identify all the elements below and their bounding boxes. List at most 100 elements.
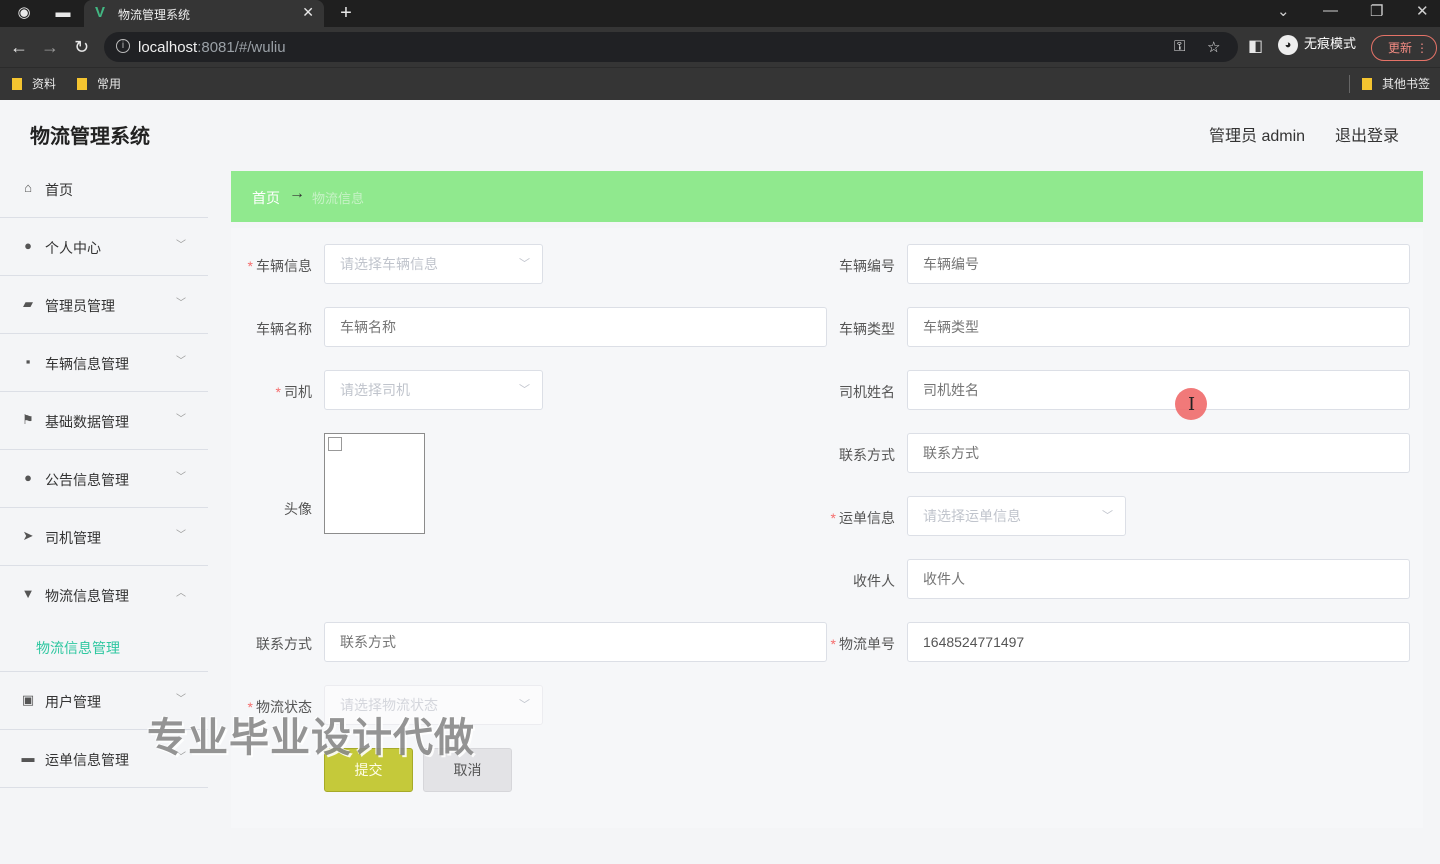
sidebar-item-label: 首页 (45, 182, 73, 198)
sidebar-item-notices[interactable]: ● 公告信息管理 ﹀ (0, 450, 208, 508)
driver-label: * 司机 (275, 384, 312, 400)
new-tab-icon[interactable]: + (337, 3, 355, 23)
folder-icon (12, 78, 22, 90)
avatar-label: 头像 (284, 501, 312, 517)
tracking-no-input[interactable] (907, 622, 1410, 662)
breadcrumb-current: 物流信息 (312, 191, 365, 206)
chevron-down-icon: ﹀ (519, 384, 530, 396)
close-window-icon[interactable]: ✕ (1416, 2, 1429, 20)
vehicle-info-label: * 车辆信息 (247, 258, 312, 274)
bookmark-folder-1[interactable]: 资料 (12, 75, 56, 92)
side-panel-icon[interactable]: ◧ (1248, 37, 1263, 57)
avatar-upload[interactable] (324, 433, 425, 534)
vehicle-no-label: 车辆编号 (839, 258, 895, 274)
site-info-icon[interactable]: i (116, 39, 130, 53)
sidebar-item-logistics[interactable]: ▼ 物流信息管理 ︿ (0, 566, 208, 620)
sidebar-item-label: 司机管理 (45, 530, 101, 546)
vehicle-info-select[interactable]: 请选择车辆信息 ﹀ (324, 244, 543, 284)
bookmark-star-icon[interactable]: ☆ (1207, 38, 1220, 56)
chevron-down-icon: ﹀ (1102, 510, 1113, 522)
chevron-down-icon: ﹀ (519, 699, 530, 711)
url-field[interactable]: i localhost:8081/#/wuliu ⚿ ☆ (104, 32, 1238, 62)
restore-icon[interactable]: ❐ (1370, 2, 1383, 20)
minimize-icon[interactable]: — (1323, 2, 1338, 19)
user-icon: ● (24, 238, 32, 253)
image-placeholder-icon (328, 437, 342, 451)
text-cursor-icon: I (1188, 394, 1196, 415)
bookmarks-bar: 资料 常用 其他书签 (0, 67, 1440, 100)
address-bar-row: ← → ↻ i localhost:8081/#/wuliu ⚿ ☆ ◧ ◕ 无痕… (0, 27, 1440, 67)
vue-favicon-icon: V (95, 4, 106, 21)
chevron-down-icon: ﹀ (176, 530, 186, 541)
tab-close-icon[interactable]: ✕ (302, 4, 314, 21)
logout-link[interactable]: 退出登录 (1335, 122, 1399, 146)
app-header: 物流管理系统 管理员 admin 退出登录 (0, 100, 1440, 160)
sidebar-item-admins[interactable]: ▰ 管理员管理 ﹀ (0, 276, 208, 334)
receiver-input[interactable] (907, 559, 1410, 599)
breadcrumb: 首页 → 物流信息 (231, 171, 1423, 222)
chart-icon: ▣ (21, 692, 35, 707)
chevron-down-icon: ﹀ (176, 240, 186, 251)
bookmark-separator (1349, 75, 1350, 93)
chevron-down-icon: ﹀ (176, 694, 186, 705)
waybill-select[interactable]: 请选择运单信息 ﹀ (907, 496, 1126, 536)
reload-icon[interactable]: ↻ (74, 37, 89, 57)
contact-label: 联系方式 (256, 636, 312, 652)
sidebar-item-label: 物流信息管理 (45, 588, 129, 604)
vehicle-type-label: 车辆类型 (839, 321, 895, 337)
sidebar-item-label: 管理员管理 (45, 298, 115, 314)
browser-tab-strip: ◉ ▬ V 物流管理系统 ✕ + ⌄ — ❐ ✕ (0, 0, 1440, 27)
sidebar-subitem-logistics[interactable]: 物流信息管理 (0, 620, 208, 672)
bookmark-folder-2[interactable]: 常用 (77, 75, 121, 92)
briefcase-icon: ▰ (23, 296, 33, 311)
breadcrumb-home[interactable]: 首页 (252, 188, 280, 208)
update-button[interactable]: 更新 ⋮ (1371, 35, 1437, 61)
key-icon[interactable]: ⚿ (1174, 38, 1185, 55)
chevron-down-icon: ﹀ (176, 472, 186, 483)
contact-input[interactable] (324, 622, 827, 662)
incognito-icon: ◕ (1278, 34, 1298, 55)
send-icon: ➤ (22, 528, 34, 543)
sidebar-item-label: 基础数据管理 (45, 414, 129, 430)
waybill-label: * 运单信息 (830, 510, 895, 526)
vehicle-name-label: 车辆名称 (256, 321, 312, 337)
sidebar-item-home[interactable]: ⌂ 首页 (0, 160, 208, 218)
back-icon[interactable]: ← (10, 37, 28, 57)
receiver-label: 收件人 (853, 573, 895, 589)
sidebar-item-vehicles[interactable]: ▪ 车辆信息管理 ﹀ (0, 334, 208, 392)
incognito-indicator[interactable]: ◕ 无痕模式 (1278, 33, 1356, 55)
chevron-down-icon: ﹀ (176, 298, 186, 309)
chevron-down-icon: ﹀ (176, 414, 186, 425)
browser-menu-icon[interactable]: ◉ (15, 4, 33, 22)
forward-icon[interactable]: → (41, 37, 59, 57)
tab-overview-icon[interactable]: ▬ (54, 4, 72, 22)
chat-icon: ▪ (25, 354, 31, 369)
folder-icon (77, 78, 87, 90)
browser-tab[interactable]: V 物流管理系统 ✕ (84, 0, 324, 27)
sidebar-item-basic-data[interactable]: ⚑ 基础数据管理 ﹀ (0, 392, 208, 450)
chevron-up-icon: ︿ (176, 588, 186, 599)
chevron-down-icon: ﹀ (176, 356, 186, 367)
home-icon: ⌂ (24, 180, 32, 195)
sidebar-item-label: 个人中心 (45, 240, 101, 256)
vehicle-type-input[interactable] (907, 307, 1410, 347)
sidebar-item-profile[interactable]: ● 个人中心 ﹀ (0, 218, 208, 276)
sidebar-subitem-label: 物流信息管理 (36, 640, 120, 656)
sidebar-item-drivers[interactable]: ➤ 司机管理 ﹀ (0, 508, 208, 566)
url-text: localhost:8081/#/wuliu (138, 39, 286, 56)
vehicle-no-input[interactable] (907, 244, 1410, 284)
tab-title: 物流管理系统 (118, 8, 191, 22)
tracking-no-label: * 物流单号 (830, 636, 895, 652)
folder-icon (1362, 78, 1372, 90)
driver-phone-input[interactable] (907, 433, 1410, 473)
tab-search-icon[interactable]: ⌄ (1277, 2, 1290, 20)
vehicle-name-input[interactable] (324, 307, 827, 347)
sidebar-item-label: 运单信息管理 (45, 752, 129, 768)
bulb-icon: ● (24, 470, 32, 485)
driver-select[interactable]: 请选择司机 ﹀ (324, 370, 543, 410)
app-title: 物流管理系统 (30, 126, 150, 148)
other-bookmarks[interactable]: 其他书签 (1362, 75, 1430, 92)
flag-icon: ⚑ (22, 412, 34, 427)
more-icon: ⋮ (1416, 41, 1428, 55)
driver-name-input[interactable] (907, 370, 1410, 410)
